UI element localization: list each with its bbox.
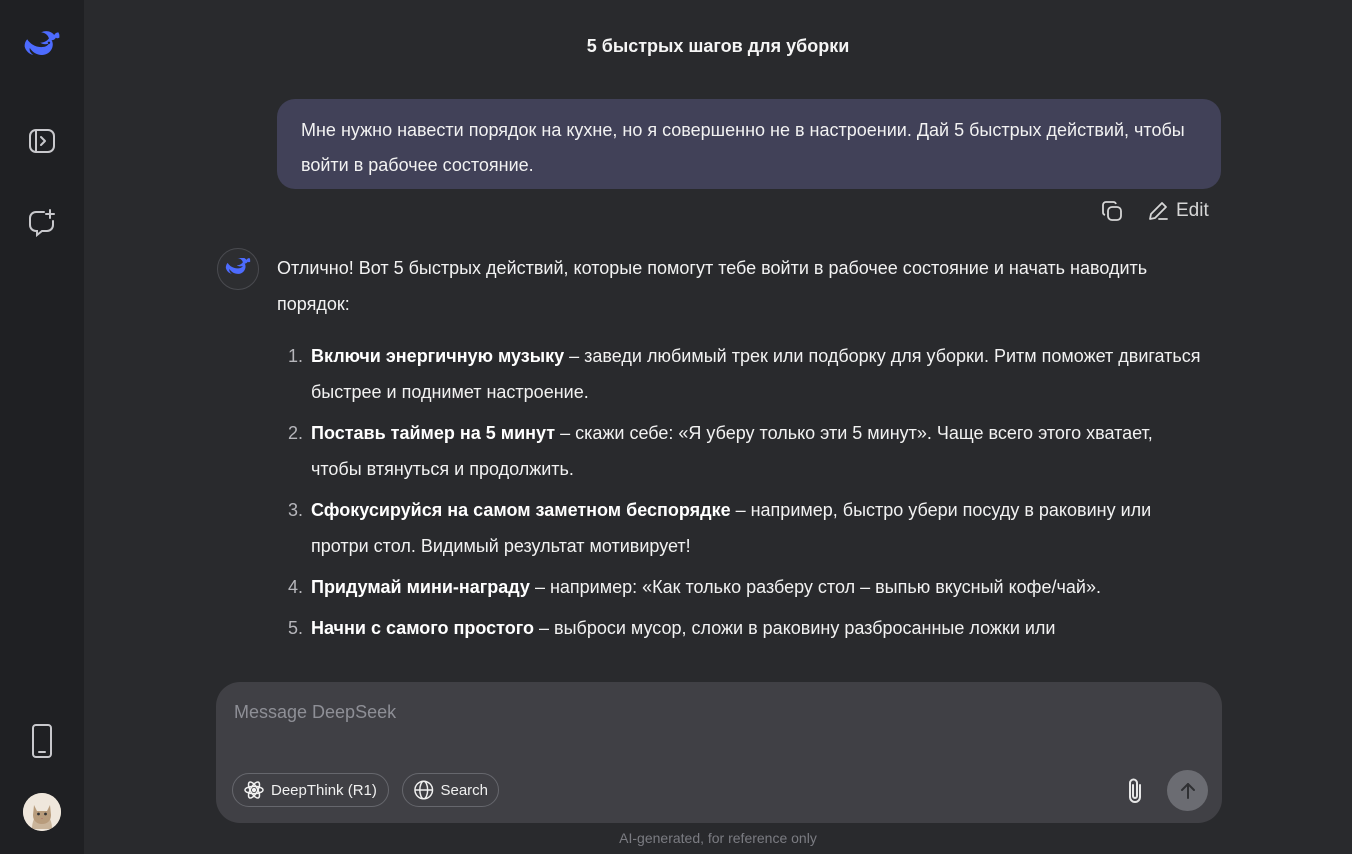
mobile-app-icon[interactable] [22,721,62,761]
copy-button[interactable] [1100,199,1124,223]
deepthink-label: DeepThink (R1) [271,781,377,799]
globe-icon [414,780,434,800]
list-item: 5. Начни с самого простого – выброси мус… [277,610,1207,646]
chat-title: 5 быстрых шагов для уборки [586,36,850,56]
step-text: – выброси мусор, сложи в раковину разбро… [534,618,1056,638]
list-number: 2. [288,423,304,443]
send-button[interactable] [1167,770,1208,811]
step-title: Включи энергичную музыку [311,346,565,366]
pencil-icon [1149,202,1168,220]
sidebar-toggle-icon[interactable] [22,121,62,161]
arrow-up-icon [1180,782,1195,799]
step-title: Сфокусируйся на самом заметном беспорядк… [311,500,731,520]
attach-button[interactable] [1120,774,1150,808]
paperclip-icon [1129,778,1141,803]
message-input[interactable]: Message DeepSeek [234,702,396,723]
list-number: 5. [288,618,304,638]
message-composer[interactable]: Message DeepSeek DeepThink (R1) Search [216,682,1222,823]
deepseek-logo-icon[interactable] [22,28,62,68]
assistant-avatar [217,248,259,290]
list-item: 1. Включи энергичную музыку – заведи люб… [277,338,1207,410]
atom-icon [244,781,264,799]
user-avatar[interactable] [23,793,61,831]
step-title: Придумай мини-награду [311,577,530,597]
edit-button[interactable]: Edit [1146,199,1209,223]
edit-label: Edit [1176,200,1209,221]
list-item: 3. Сфокусируйся на самом заметном беспор… [277,492,1207,564]
list-number: 4. [288,577,304,597]
app-window: 5 быстрых шагов для уборки Мне нужно нав… [0,0,1352,854]
disclaimer: AI-generated, for reference only [619,830,817,846]
sidebar [0,0,84,854]
step-title: Поставь таймер на 5 минут [311,423,556,443]
steps-list: 1. Включи энергичную музыку – заведи люб… [277,338,1207,646]
message-actions: Edit [1100,197,1209,225]
list-item: 2. Поставь таймер на 5 минут – скажи себ… [277,415,1207,487]
list-number: 1. [288,346,304,366]
step-text: – например: «Как только разберу стол – в… [529,577,1101,597]
search-button[interactable]: Search [402,773,499,807]
new-chat-icon[interactable] [22,203,62,243]
assistant-message: Отлично! Вот 5 быстрых действий, которые… [277,250,1207,651]
search-label: Search [440,781,488,799]
list-item: 4. Придумай мини-награду – например: «Ка… [277,569,1207,605]
copy-icon [1102,201,1122,221]
deepseek-whale-icon [225,258,251,274]
step-title: Начни с самого простого [311,618,534,638]
list-number: 3. [288,500,304,520]
deepthink-button[interactable]: DeepThink (R1) [232,773,389,807]
assistant-intro: Отлично! Вот 5 быстрых действий, которые… [277,258,1148,314]
user-message: Мне нужно навести порядок на кухне, но я… [277,99,1221,189]
